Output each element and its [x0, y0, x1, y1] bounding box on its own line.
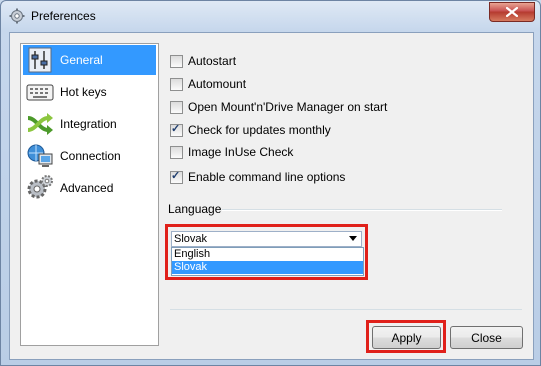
sidebar-item-label: Hot keys: [60, 85, 107, 99]
sidebar-item-label: Advanced: [60, 181, 114, 195]
close-icon: [506, 7, 518, 17]
option-label: Autostart: [188, 54, 237, 68]
language-label: Language: [168, 202, 222, 216]
option-label: Check for updates monthly: [188, 123, 331, 137]
automount-checkbox[interactable]: [170, 77, 183, 91]
open-manager-checkbox[interactable]: [170, 100, 183, 114]
option-label: Automount: [188, 77, 247, 91]
sidebar-item-hot-keys[interactable]: Hot keys: [23, 77, 156, 107]
option-label: Enable command line options: [188, 170, 346, 184]
option-automount[interactable]: Automount: [170, 76, 246, 92]
option-label: Open Mount'n'Drive Manager on start: [188, 100, 388, 114]
keyboard-icon: [25, 78, 55, 106]
sliders-icon: [25, 46, 55, 74]
settings-gear-icon: [9, 8, 25, 24]
sidebar-item-connection[interactable]: Connection: [23, 141, 156, 171]
option-label: Image InUse Check: [188, 145, 294, 159]
window-close-button[interactable]: [489, 2, 535, 22]
language-option-english[interactable]: English: [172, 248, 363, 261]
dialog-content: General Hot keys Integration Connection …: [9, 32, 534, 360]
option-autostart[interactable]: Autostart: [170, 53, 236, 69]
language-select[interactable]: Slovak: [171, 231, 362, 247]
preferences-window: Preferences General Hot keys Integration…: [0, 0, 541, 366]
language-dropdown-list: English Slovak: [171, 247, 364, 276]
sidebar-item-label: Integration: [60, 117, 117, 131]
sidebar-item-label: Connection: [60, 149, 121, 163]
option-open-manager[interactable]: Open Mount'n'Drive Manager on start: [170, 99, 387, 115]
autostart-checkbox[interactable]: [170, 54, 183, 68]
sidebar-item-integration[interactable]: Integration: [23, 109, 156, 139]
gears-icon: [25, 174, 55, 202]
category-sidebar: General Hot keys Integration Connection …: [20, 43, 159, 346]
option-command-line[interactable]: Enable command line options: [170, 169, 345, 185]
language-option-slovak[interactable]: Slovak: [172, 261, 363, 274]
language-separator: [222, 209, 502, 211]
apply-button[interactable]: Apply: [372, 326, 441, 349]
chevron-down-icon[interactable]: [349, 236, 357, 241]
sidebar-item-label: General: [60, 53, 103, 67]
close-button[interactable]: Close: [450, 326, 523, 349]
window-title: Preferences: [31, 9, 96, 23]
shuffle-icon: [25, 110, 55, 138]
bottom-separator: [170, 309, 522, 310]
option-image-inuse[interactable]: Image InUse Check: [170, 144, 293, 160]
option-check-updates[interactable]: Check for updates monthly: [170, 122, 331, 138]
language-selected-value: Slovak: [174, 233, 208, 245]
sidebar-item-general[interactable]: General: [23, 45, 156, 75]
command-line-checkbox[interactable]: [170, 169, 183, 184]
sidebar-item-advanced[interactable]: Advanced: [23, 173, 156, 203]
check-updates-checkbox[interactable]: [170, 122, 183, 137]
image-inuse-checkbox[interactable]: [170, 145, 183, 159]
title-bar[interactable]: Preferences: [1, 1, 540, 31]
network-icon: [25, 142, 55, 170]
